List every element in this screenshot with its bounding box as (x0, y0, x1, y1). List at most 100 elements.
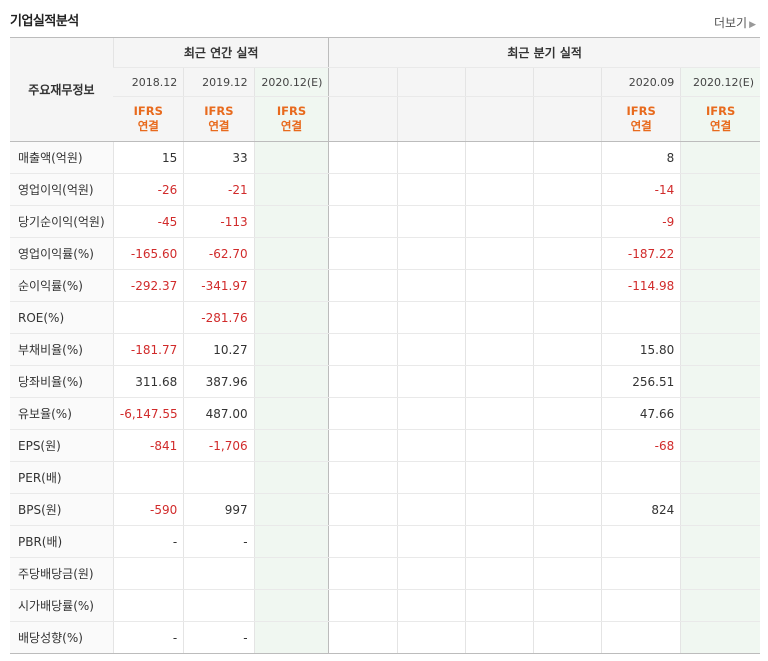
row-label: 당기순이익(억원) (10, 205, 114, 238)
data-cell: -9 (601, 205, 681, 238)
data-cell: 15 (112, 141, 184, 174)
data-cell (680, 525, 760, 558)
ifrs-cell (328, 96, 398, 142)
ifrs-cell (464, 96, 534, 142)
row-label: 배당성향(%) (10, 621, 114, 654)
data-cell (532, 589, 602, 622)
data-cell (464, 301, 534, 334)
data-cell (253, 589, 329, 622)
data-cell (396, 461, 466, 494)
table-row: EPS(원) -841 -1,706 -68 (10, 429, 760, 462)
data-cell (464, 557, 534, 590)
ifrs-sub-label: 연결 (280, 119, 303, 133)
data-cell (680, 621, 760, 654)
data-cell (532, 557, 602, 590)
data-cell (328, 141, 398, 174)
data-cell (680, 237, 760, 270)
data-cell (680, 301, 760, 334)
ifrs-label: IFRS (204, 104, 234, 118)
data-cell (328, 205, 398, 238)
period-header (532, 67, 602, 97)
data-cell (532, 397, 602, 430)
period-header (396, 67, 466, 97)
data-cell: 47.66 (601, 397, 681, 430)
data-cell: 824 (601, 493, 681, 526)
row-label: EPS(원) (10, 429, 114, 462)
period-header: 2019.12 (183, 67, 255, 97)
data-cell (328, 557, 398, 590)
data-cell (253, 173, 329, 206)
table-row: 매출액(억원) 15 33 8 (10, 141, 760, 174)
data-cell: 15.80 (601, 333, 681, 366)
data-cell (680, 461, 760, 494)
section-title: 기업실적분석 (10, 14, 79, 29)
data-cell (532, 461, 602, 494)
ifrs-sub-label: 연결 (710, 119, 732, 133)
data-cell (328, 461, 398, 494)
data-cell (112, 589, 184, 622)
data-cell (464, 461, 534, 494)
period-header: 2018.12 (113, 67, 184, 97)
period-header: 2020.09 (601, 67, 681, 97)
data-cell (253, 397, 329, 430)
data-cell (680, 333, 760, 366)
data-cell (253, 301, 329, 334)
data-cell: -841 (112, 429, 184, 462)
data-cell (532, 141, 602, 174)
data-cell: -68 (601, 429, 681, 462)
data-cell (253, 461, 329, 494)
row-label: 당좌비율(%) (10, 365, 114, 398)
financial-analysis-panel: 기업실적분석 더보기 ▶ 주요재무정보 최근 연간 실적 최근 분기 실적 201… (0, 0, 768, 661)
data-cell (328, 621, 398, 654)
row-label: 부채비율(%) (10, 333, 114, 366)
more-link[interactable]: 더보기 ▶ (714, 14, 756, 31)
row-label: 순이익률(%) (10, 269, 114, 302)
data-cell (464, 365, 534, 398)
ifrs-cell (396, 96, 466, 142)
data-cell (680, 205, 760, 238)
row-label: 매출액(억원) (10, 141, 114, 174)
data-cell (328, 589, 398, 622)
data-cell (183, 589, 255, 622)
ifrs-cell: IFRS 연결 (253, 96, 329, 142)
data-cell (396, 237, 466, 270)
data-cell (601, 621, 681, 654)
data-cell (396, 557, 466, 590)
data-cell (396, 333, 466, 366)
chevron-right-icon: ▶ (749, 20, 756, 30)
data-cell (253, 557, 329, 590)
table-row: 부채비율(%) -181.77 10.27 15.80 (10, 333, 760, 366)
ifrs-label: IFRS (276, 104, 307, 118)
table-row: 영업이익(억원) -26 -21 -14 (10, 173, 760, 206)
data-cell: 33 (183, 141, 255, 174)
data-cell (328, 269, 398, 302)
data-cell (328, 365, 398, 398)
row-label: BPS(원) (10, 493, 114, 526)
data-cell (253, 141, 329, 174)
data-cell (680, 269, 760, 302)
data-cell (328, 429, 398, 462)
data-cell (396, 141, 466, 174)
data-cell: -187.22 (601, 237, 681, 270)
data-cell: -1,706 (183, 429, 255, 462)
table-row: 유보율(%) -6,147.55 487.00 47.66 (10, 397, 760, 430)
data-cell (396, 365, 466, 398)
period-header: 2020.12(E) (253, 67, 329, 97)
data-cell: 387.96 (183, 365, 255, 398)
table-row: ROE(%) -281.76 (10, 301, 760, 334)
data-cell (464, 589, 534, 622)
data-cell (680, 397, 760, 430)
data-cell (328, 493, 398, 526)
data-cell (253, 333, 329, 366)
data-cell (532, 237, 602, 270)
data-cell: -165.60 (112, 237, 184, 270)
data-cell (112, 557, 184, 590)
period-header (328, 67, 398, 97)
data-cell (464, 429, 534, 462)
data-cell (328, 333, 398, 366)
data-cell (532, 493, 602, 526)
data-cell (680, 493, 760, 526)
row-label: 주당배당금(원) (10, 557, 114, 590)
data-cell: -6,147.55 (112, 397, 184, 430)
data-cell (680, 429, 760, 462)
